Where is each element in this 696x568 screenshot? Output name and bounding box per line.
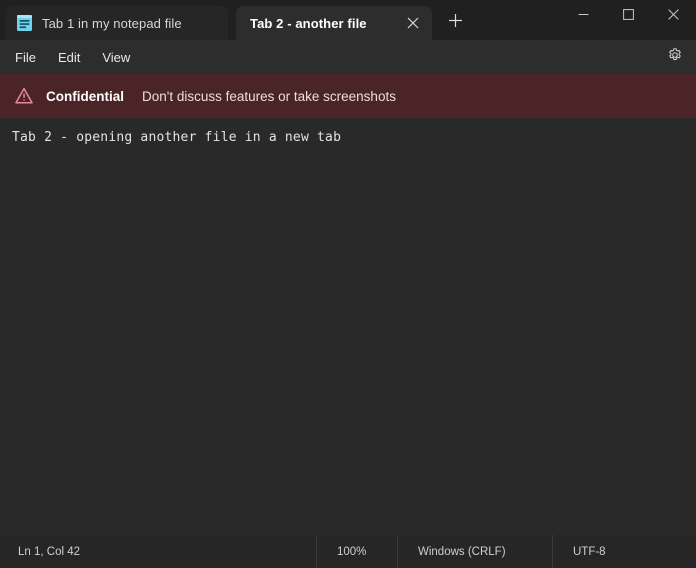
menu-edit[interactable]: Edit bbox=[47, 45, 91, 70]
tab-2-label: Tab 2 - another file bbox=[250, 16, 367, 31]
maximize-icon bbox=[623, 7, 634, 25]
maximize-button[interactable] bbox=[606, 0, 651, 32]
status-encoding[interactable]: UTF-8 bbox=[552, 535, 672, 568]
confidential-banner: Confidential Don't discuss features or t… bbox=[0, 74, 696, 118]
new-tab-button[interactable] bbox=[438, 6, 472, 40]
notepad-window: Tab 1 in my notepad file Tab 2 - another… bbox=[0, 0, 696, 568]
menubar: File Edit View bbox=[0, 40, 696, 74]
banner-message: Don't discuss features or take screensho… bbox=[142, 89, 396, 104]
status-zoom-level[interactable]: 100% bbox=[316, 535, 397, 568]
close-tab-icon[interactable] bbox=[402, 12, 424, 34]
close-icon bbox=[668, 7, 679, 25]
minimize-icon bbox=[578, 7, 589, 25]
editor-area[interactable]: Tab 2 - opening another file in a new ta… bbox=[0, 118, 696, 535]
titlebar: Tab 1 in my notepad file Tab 2 - another… bbox=[0, 0, 696, 40]
menu-view[interactable]: View bbox=[91, 45, 141, 70]
notepad-icon bbox=[14, 13, 34, 33]
banner-title: Confidential bbox=[46, 89, 124, 104]
menu-file[interactable]: File bbox=[4, 45, 47, 70]
editor-text[interactable]: Tab 2 - opening another file in a new ta… bbox=[12, 128, 684, 147]
tab-1-label: Tab 1 in my notepad file bbox=[42, 16, 182, 31]
plus-icon bbox=[448, 13, 463, 33]
statusbar: Ln 1, Col 42 100% Windows (CRLF) UTF-8 bbox=[0, 535, 696, 568]
warning-triangle-icon bbox=[14, 86, 34, 106]
window-controls bbox=[561, 0, 696, 32]
tab-2[interactable]: Tab 2 - another file bbox=[236, 6, 432, 40]
tab-strip: Tab 1 in my notepad file Tab 2 - another… bbox=[0, 0, 472, 40]
minimize-button[interactable] bbox=[561, 0, 606, 32]
close-window-button[interactable] bbox=[651, 0, 696, 32]
status-line-ending[interactable]: Windows (CRLF) bbox=[397, 535, 552, 568]
status-cursor-position: Ln 1, Col 42 bbox=[0, 546, 316, 558]
tab-1[interactable]: Tab 1 in my notepad file bbox=[6, 6, 228, 40]
gear-icon bbox=[667, 47, 683, 68]
settings-button[interactable] bbox=[662, 44, 688, 70]
